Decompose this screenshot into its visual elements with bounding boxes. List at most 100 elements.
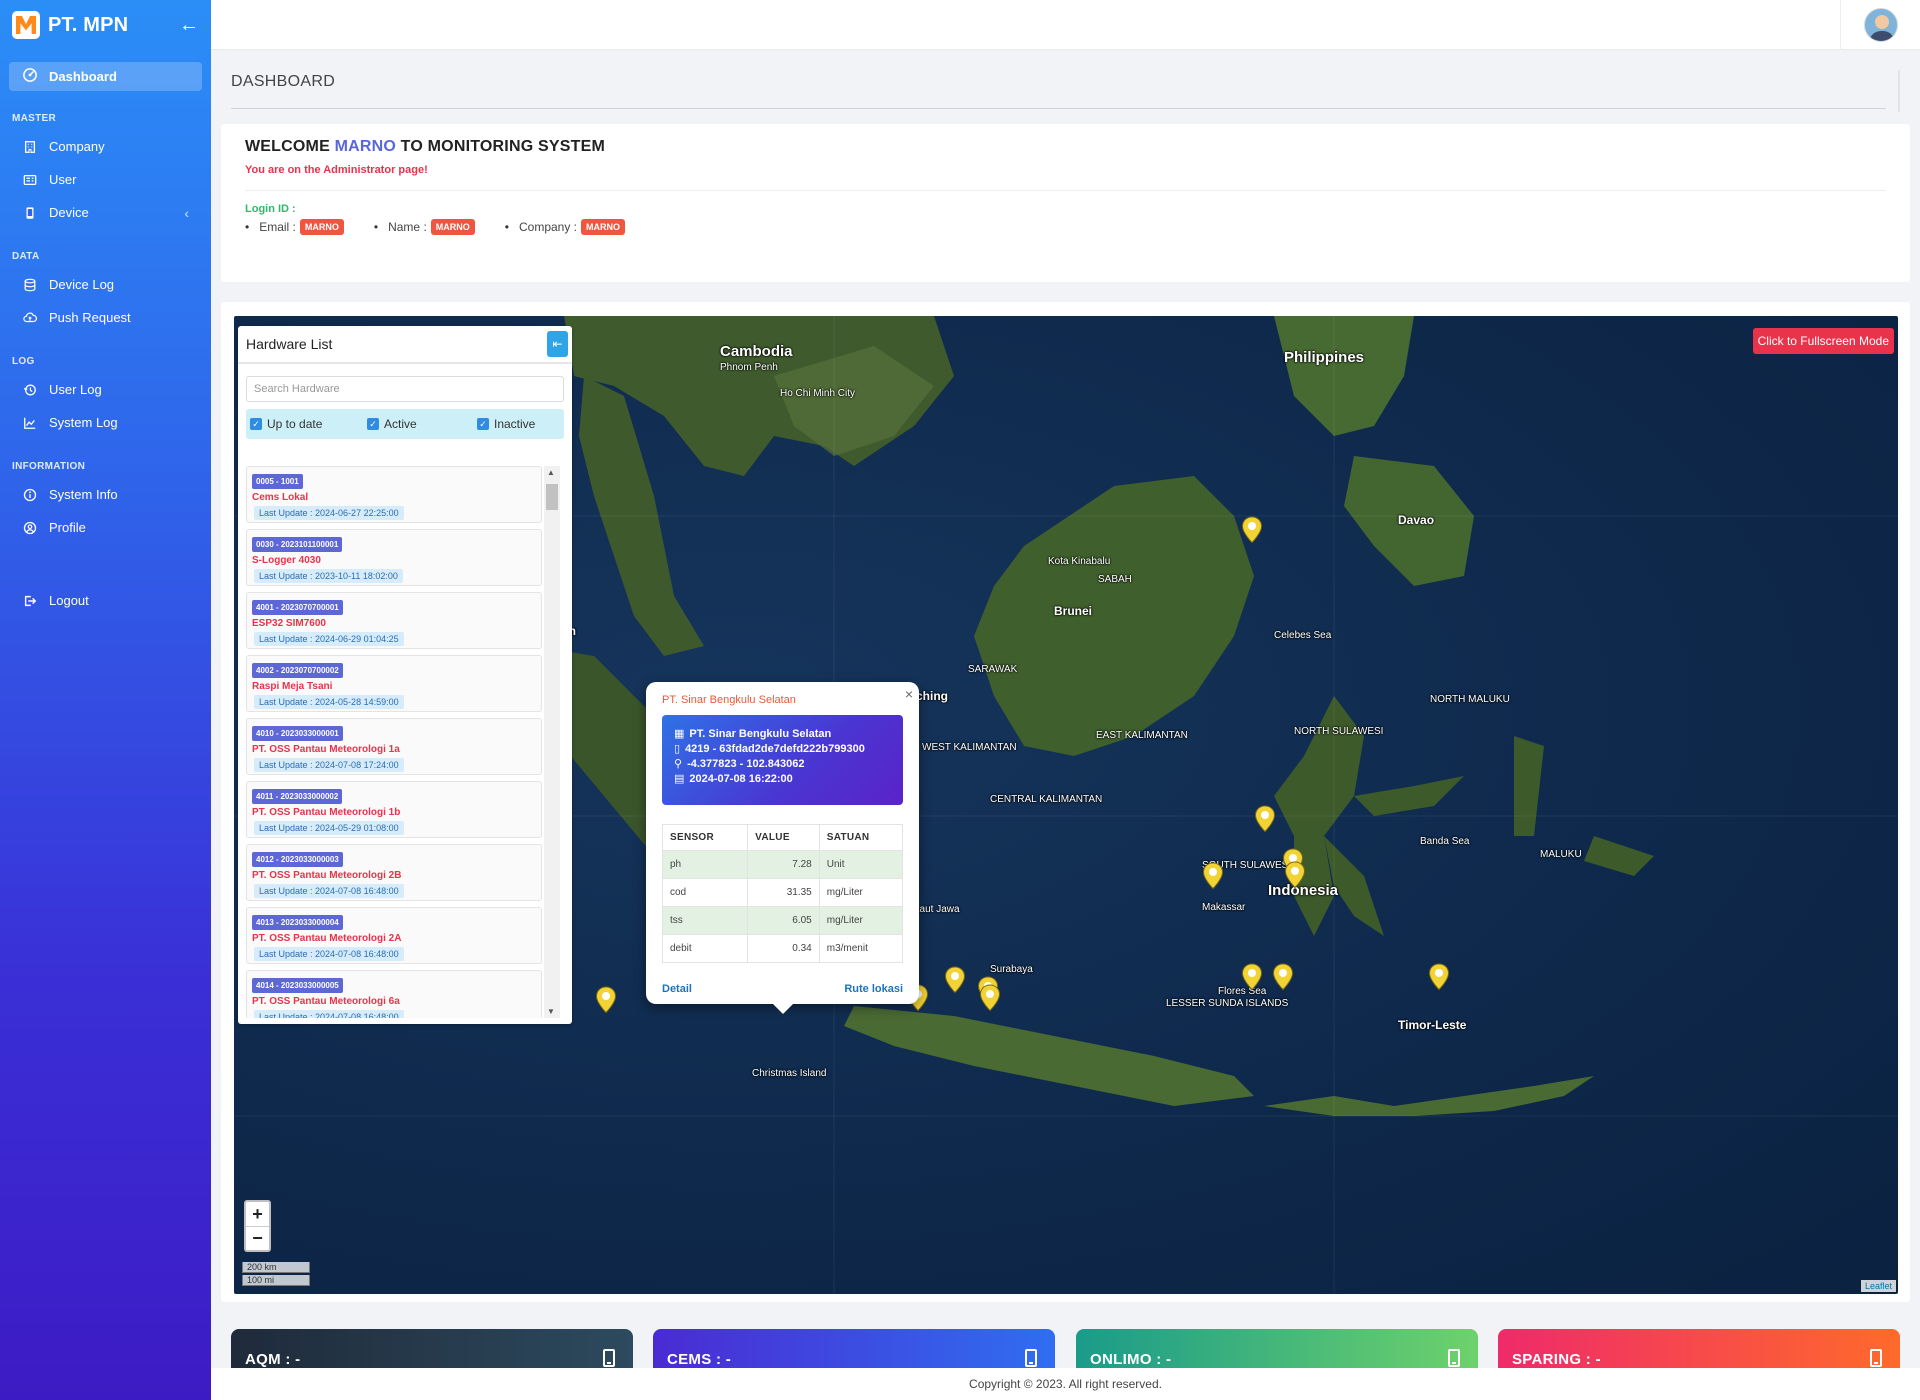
hardware-list-panel: Hardware List ⇤ Search Hardware ✓ Up to d…: [238, 326, 572, 1024]
sidebar-item-profile[interactable]: Profile: [0, 511, 211, 544]
collapse-panel-icon[interactable]: ⇤: [547, 331, 568, 357]
id-card-icon: [23, 173, 37, 187]
map-marker-icon[interactable]: [1241, 963, 1263, 991]
scrollbar-thumb[interactable]: [546, 484, 558, 510]
map[interactable]: Cambodia Philippines Indonesia Brunei Kuchin…: [234, 316, 1898, 1294]
column-header: SENSOR: [661, 824, 749, 851]
chevron-left-icon[interactable]: ‹: [184, 205, 189, 221]
stat-card-label: AQM : -: [245, 1351, 301, 1368]
detail-link[interactable]: Detail: [662, 983, 692, 995]
checkbox-checked-icon[interactable]: ✓: [250, 418, 262, 430]
avatar[interactable]: [1863, 8, 1898, 42]
popup-info-box: ▦ PT. Sinar Bengkulu Selatan ▯ 4219 - 63fd…: [662, 715, 903, 805]
device-popup: × PT. Sinar Bengkulu Selatan ▦ PT. Sinar …: [646, 682, 919, 1014]
sidebar-item-dashboard[interactable]: Dashboard: [9, 62, 202, 91]
map-label: NORTH SULAWESI: [1294, 726, 1384, 737]
sensor-unit: Unit: [818, 850, 904, 879]
map-marker-icon[interactable]: [1284, 861, 1306, 889]
sidebar-item-user-log[interactable]: User Log: [0, 373, 211, 406]
hardware-list-header: Hardware List ⇤: [238, 326, 572, 364]
sensor-name: ph: [661, 850, 749, 879]
hardware-list-scrollbar[interactable]: ▲ ▼: [544, 466, 560, 1018]
hardware-list-item[interactable]: 0005 - 1001 Cems Lokal Last Update : 2024-…: [246, 466, 542, 523]
checkbox-checked-icon[interactable]: ✓: [367, 418, 379, 430]
sensor-value: 31.35: [747, 878, 820, 907]
info-icon: [23, 488, 37, 502]
sidebar-item-device[interactable]: Device ‹: [0, 196, 211, 229]
last-update-badge: Last Update : 2023-10-11 18:02:00: [254, 569, 403, 583]
map-label: Makassar: [1202, 902, 1246, 913]
map-label: Kota Kinabalu: [1048, 556, 1111, 567]
map-marker-icon[interactable]: [1428, 963, 1450, 991]
user-menu[interactable]: [1840, 0, 1920, 50]
fullscreen-button[interactable]: Click to Fullscreen Mode: [1752, 328, 1894, 354]
map-marker-icon[interactable]: [944, 966, 966, 994]
sidebar-item-company[interactable]: Company: [0, 130, 211, 163]
hardware-name: Raspi Meja Tsani: [252, 681, 333, 692]
close-icon[interactable]: ×: [905, 686, 913, 702]
hardware-list-item[interactable]: 0030 - 2023101100001 S-Logger 4030 Last Up…: [246, 529, 542, 586]
hardware-id-badge: 4002 - 2023070700002: [252, 663, 343, 678]
sidebar-item-user[interactable]: User: [0, 163, 211, 196]
sidebar-section-title: LOG: [12, 356, 35, 367]
map-attribution[interactable]: Leaflet: [1860, 1280, 1896, 1292]
table-row: cod 31.35 mg/Liter: [661, 878, 904, 907]
zoom-out-button[interactable]: −: [246, 1226, 269, 1250]
zoom-in-button[interactable]: +: [246, 1202, 269, 1226]
map-marker-icon[interactable]: [1202, 862, 1224, 890]
map-label: Davao: [1398, 513, 1435, 527]
device-icon: ▯: [674, 743, 681, 755]
divider: [245, 190, 1886, 191]
map-label: NORTH MALUKU: [1430, 694, 1510, 705]
map-marker-icon[interactable]: [979, 984, 1001, 1012]
sidebar-item-label: Company: [49, 139, 105, 154]
hardware-list-item[interactable]: 4001 - 2023070700001 ESP32 SIM7600 Last Up…: [246, 592, 542, 649]
page-title: DASHBOARD: [231, 73, 336, 90]
scroll-down-icon[interactable]: ▼: [547, 1007, 555, 1016]
building-icon: [23, 140, 37, 154]
hardware-list-item[interactable]: 4013 - 2023033000004 PT. OSS Pantau Meteo…: [246, 907, 542, 964]
sensor-name: tss: [661, 906, 749, 935]
sidebar-item-device-log[interactable]: Device Log: [0, 268, 211, 301]
hardware-search-input[interactable]: Search Hardware: [246, 376, 564, 402]
map-label: WEST KALIMANTAN: [922, 742, 1017, 753]
map-marker-icon[interactable]: [1254, 805, 1276, 833]
logout-icon: [23, 594, 37, 608]
arrow-left-icon[interactable]: ←: [179, 14, 199, 37]
hardware-list-item[interactable]: 4010 - 2023033000001 PT. OSS Pantau Meteo…: [246, 718, 542, 775]
hardware-list-item[interactable]: 4011 - 2023033000002 PT. OSS Pantau Meteo…: [246, 781, 542, 838]
brand: PT. MPN ←: [0, 0, 211, 50]
popup-coords: -4.377823 - 102.843062: [687, 758, 805, 770]
hardware-list[interactable]: 0005 - 1001 Cems Lokal Last Update : 2024-…: [246, 466, 542, 1018]
brand-name: PT. MPN: [48, 13, 129, 36]
map-marker-icon[interactable]: [1241, 516, 1263, 544]
mobile-device-icon: [1025, 1349, 1037, 1367]
sidebar-item-label: Push Request: [49, 310, 131, 325]
map-label: Cambodia: [720, 343, 793, 360]
sidebar-item-system-info[interactable]: System Info: [0, 478, 211, 511]
filter-up-to-date[interactable]: ✓ Up to date: [250, 417, 367, 431]
hardware-list-item[interactable]: 4014 - 2023033000005 PT. OSS Pantau Meteo…: [246, 970, 542, 1018]
login-id-label: Login ID :: [245, 203, 296, 215]
sidebar-item-label: Device Log: [49, 277, 115, 292]
map-label: Laut Jawa: [914, 904, 960, 915]
sidebar-item-system-log[interactable]: System Log: [0, 406, 211, 439]
brand-logo-icon: [12, 11, 40, 39]
sidebar-item-push-request[interactable]: Push Request: [0, 301, 211, 334]
filter-active[interactable]: ✓ Active: [367, 417, 477, 431]
mobile-device-icon: [1448, 1349, 1460, 1367]
sidebar-item-logout[interactable]: Logout: [0, 584, 211, 617]
checkbox-checked-icon[interactable]: ✓: [477, 418, 489, 430]
filter-inactive[interactable]: ✓ Inactive: [477, 417, 535, 431]
sidebar-item-label: Logout: [49, 593, 89, 608]
route-link[interactable]: Rute lokasi: [844, 983, 903, 995]
sensor-name: debit: [661, 934, 749, 963]
hardware-list-item[interactable]: 4012 - 2023033000003 PT. OSS Pantau Meteo…: [246, 844, 542, 901]
login-field-company: Company :MARNO: [505, 219, 626, 235]
map-marker-icon[interactable]: [595, 986, 617, 1014]
map-marker-icon[interactable]: [1272, 963, 1294, 991]
sidebar-item-label: Device: [49, 205, 89, 220]
stat-card-label: ONLIMO : -: [1090, 1351, 1172, 1368]
hardware-list-item[interactable]: 4002 - 2023070700002 Raspi Meja Tsani Last…: [246, 655, 542, 712]
scroll-up-icon[interactable]: ▲: [547, 468, 555, 477]
